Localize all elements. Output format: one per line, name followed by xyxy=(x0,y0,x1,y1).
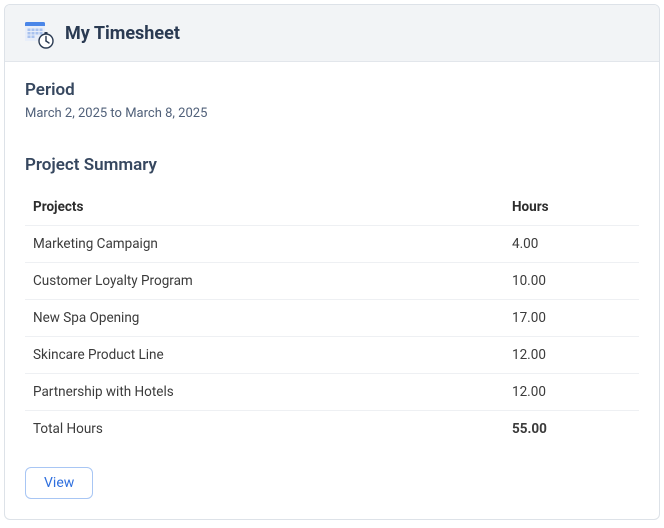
card-header: My Timesheet xyxy=(5,5,659,62)
project-hours: 10.00 xyxy=(504,263,639,300)
project-name: Partnership with Hotels xyxy=(25,374,504,411)
table-row: Customer Loyalty Program 10.00 xyxy=(25,263,639,300)
project-name: Marketing Campaign xyxy=(25,226,504,263)
view-button[interactable]: View xyxy=(25,467,93,499)
timesheet-icon xyxy=(23,19,53,47)
table-row: Marketing Campaign 4.00 xyxy=(25,226,639,263)
project-name: Skincare Product Line xyxy=(25,337,504,374)
card-body: Period March 2, 2025 to March 8, 2025 Pr… xyxy=(5,62,659,519)
project-name: Customer Loyalty Program xyxy=(25,263,504,300)
column-header-hours: Hours xyxy=(504,189,639,226)
card-title: My Timesheet xyxy=(65,23,180,44)
project-hours: 12.00 xyxy=(504,337,639,374)
table-row: Skincare Product Line 12.00 xyxy=(25,337,639,374)
project-hours: 12.00 xyxy=(504,374,639,411)
column-header-projects: Projects xyxy=(25,189,504,226)
total-row: Total Hours 55.00 xyxy=(25,411,639,448)
period-range: March 2, 2025 to March 8, 2025 xyxy=(25,106,639,121)
table-row: New Spa Opening 17.00 xyxy=(25,300,639,337)
project-hours: 17.00 xyxy=(504,300,639,337)
project-name: New Spa Opening xyxy=(25,300,504,337)
total-label: Total Hours xyxy=(25,411,504,448)
project-summary-table: Projects Hours Marketing Campaign 4.00 C… xyxy=(25,189,639,447)
project-hours: 4.00 xyxy=(504,226,639,263)
period-heading: Period xyxy=(25,80,639,100)
stopwatch-icon xyxy=(37,31,55,49)
table-row: Partnership with Hotels 12.00 xyxy=(25,374,639,411)
timesheet-card: My Timesheet Period March 2, 2025 to Mar… xyxy=(4,4,660,520)
total-value: 55.00 xyxy=(504,411,639,448)
summary-heading: Project Summary xyxy=(25,155,639,175)
